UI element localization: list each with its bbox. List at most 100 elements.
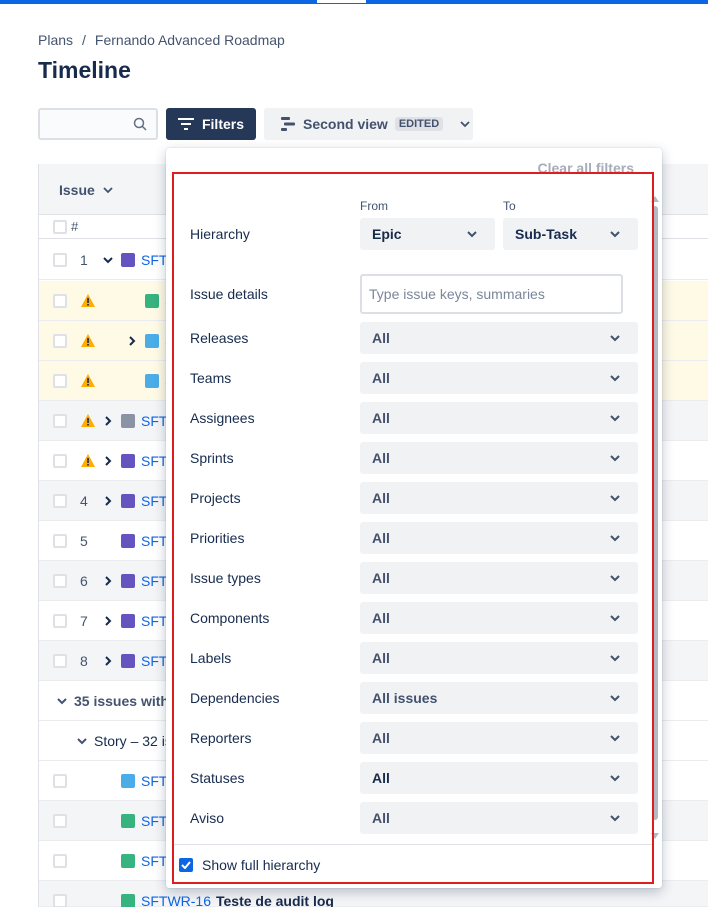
row-checkbox[interactable] bbox=[53, 534, 67, 548]
row-checkbox[interactable] bbox=[53, 814, 67, 828]
chevron-down-icon bbox=[610, 455, 620, 462]
breadcrumb: Plans / Fernando Advanced Roadmap bbox=[38, 32, 285, 48]
reporters-label: Reporters bbox=[190, 730, 252, 746]
issue-types-select[interactable]: All bbox=[360, 562, 638, 594]
row-checkbox[interactable] bbox=[53, 374, 67, 388]
dependencies-select[interactable]: All issues bbox=[360, 682, 638, 714]
components-label: Components bbox=[190, 610, 270, 626]
chevron-down-icon bbox=[610, 815, 620, 822]
chevron-right-icon[interactable] bbox=[103, 496, 113, 506]
hierarchy-label: Hierarchy bbox=[190, 226, 250, 242]
chevron-down-icon bbox=[610, 575, 620, 582]
timeline-view-icon bbox=[281, 117, 295, 131]
chevron-down-icon bbox=[610, 695, 620, 702]
row-number-header: # bbox=[71, 219, 79, 234]
teams-label: Teams bbox=[190, 370, 232, 386]
assignees-value: All bbox=[372, 410, 390, 426]
show-full-hierarchy-checkbox[interactable]: Show full hierarchy bbox=[179, 857, 320, 873]
teams-select[interactable]: All bbox=[360, 362, 638, 394]
row-checkbox[interactable] bbox=[53, 894, 67, 907]
hierarchy-to-label: To bbox=[503, 199, 516, 213]
reporters-value: All bbox=[372, 730, 390, 746]
releases-select[interactable]: All bbox=[360, 322, 638, 354]
chevron-down-icon bbox=[610, 375, 620, 382]
aviso-label: Aviso bbox=[190, 810, 224, 826]
breadcrumb-plan-name[interactable]: Fernando Advanced Roadmap bbox=[95, 32, 285, 48]
chevron-down-icon[interactable] bbox=[57, 696, 67, 706]
aviso-value: All bbox=[372, 810, 390, 826]
search-icon bbox=[133, 117, 147, 131]
reporters-select[interactable]: All bbox=[360, 722, 638, 754]
components-select[interactable]: All bbox=[360, 602, 638, 634]
labels-select[interactable]: All bbox=[360, 642, 638, 674]
chevron-down-icon bbox=[610, 415, 620, 422]
chevron-down-icon bbox=[610, 535, 620, 542]
warning-icon bbox=[81, 374, 95, 387]
row-checkbox[interactable] bbox=[53, 774, 67, 788]
components-value: All bbox=[372, 610, 390, 626]
row-checkbox[interactable] bbox=[53, 854, 67, 868]
chevron-right-icon[interactable] bbox=[103, 576, 113, 586]
story-icon bbox=[121, 814, 135, 828]
epic-icon bbox=[121, 454, 135, 468]
page-title: Timeline bbox=[38, 57, 131, 83]
row-checkbox[interactable] bbox=[53, 414, 67, 428]
sprints-label: Sprints bbox=[190, 450, 234, 466]
row-checkbox[interactable] bbox=[53, 253, 67, 267]
statuses-select[interactable]: All bbox=[360, 762, 638, 794]
statuses-value: All bbox=[372, 770, 390, 786]
panel-scrollbar[interactable] bbox=[652, 206, 658, 820]
aviso-select[interactable]: All bbox=[360, 802, 638, 834]
chevron-down-icon[interactable] bbox=[103, 255, 113, 265]
chevron-down-icon bbox=[103, 187, 113, 194]
filter-icon bbox=[177, 118, 194, 130]
warning-icon bbox=[81, 414, 95, 427]
breadcrumb-plans[interactable]: Plans bbox=[38, 32, 73, 48]
show-full-hierarchy-label: Show full hierarchy bbox=[202, 857, 321, 873]
chevron-right-icon[interactable] bbox=[103, 616, 113, 626]
priorities-select[interactable]: All bbox=[360, 522, 638, 554]
warning-icon bbox=[81, 454, 95, 467]
panel-footer-divider bbox=[174, 844, 652, 845]
row-checkbox[interactable] bbox=[53, 654, 67, 668]
hierarchy-to-select[interactable]: Sub-Task bbox=[503, 218, 638, 250]
epic-icon bbox=[121, 574, 135, 588]
hierarchy-from-select[interactable]: Epic bbox=[360, 218, 495, 250]
scroll-down-icon[interactable] bbox=[651, 833, 659, 839]
chevron-down-icon bbox=[610, 615, 620, 622]
initiative-icon bbox=[121, 414, 135, 428]
chevron-right-icon[interactable] bbox=[103, 656, 113, 666]
story-icon bbox=[121, 854, 135, 868]
edited-badge: EDITED bbox=[394, 117, 444, 131]
view-settings-button[interactable]: Second view EDITED bbox=[264, 108, 473, 140]
filters-button[interactable]: Filters bbox=[166, 108, 256, 140]
chevron-down-icon[interactable] bbox=[77, 736, 87, 746]
chevron-right-icon[interactable] bbox=[103, 456, 113, 466]
chevron-right-icon[interactable] bbox=[127, 336, 137, 346]
row-checkbox[interactable] bbox=[53, 574, 67, 588]
row-checkbox[interactable] bbox=[53, 494, 67, 508]
warning-icon bbox=[81, 334, 95, 347]
breadcrumb-separator: / bbox=[82, 32, 86, 48]
row-checkbox[interactable] bbox=[53, 454, 67, 468]
labels-value: All bbox=[372, 650, 390, 666]
row-checkbox[interactable] bbox=[53, 294, 67, 308]
assignees-select[interactable]: All bbox=[360, 402, 638, 434]
checkbox-checked-icon[interactable] bbox=[179, 858, 193, 872]
row-checkbox[interactable] bbox=[53, 614, 67, 628]
chevron-down-icon bbox=[610, 735, 620, 742]
row-checkbox[interactable] bbox=[53, 334, 67, 348]
projects-select[interactable]: All bbox=[360, 482, 638, 514]
search-input[interactable] bbox=[38, 108, 158, 140]
chevron-right-icon[interactable] bbox=[103, 416, 113, 426]
sprints-select[interactable]: All bbox=[360, 442, 638, 474]
chevron-down-icon bbox=[610, 231, 620, 238]
issue-column-header[interactable]: Issue bbox=[59, 182, 113, 198]
releases-value: All bbox=[372, 330, 390, 346]
scroll-up-icon[interactable] bbox=[651, 196, 659, 202]
dependencies-label: Dependencies bbox=[190, 690, 280, 706]
labels-label: Labels bbox=[190, 650, 232, 666]
select-all-checkbox[interactable] bbox=[53, 220, 67, 234]
clear-all-filters-button[interactable]: Clear all filters bbox=[538, 160, 635, 176]
issue-details-input[interactable]: Type issue keys, summaries bbox=[360, 274, 623, 314]
